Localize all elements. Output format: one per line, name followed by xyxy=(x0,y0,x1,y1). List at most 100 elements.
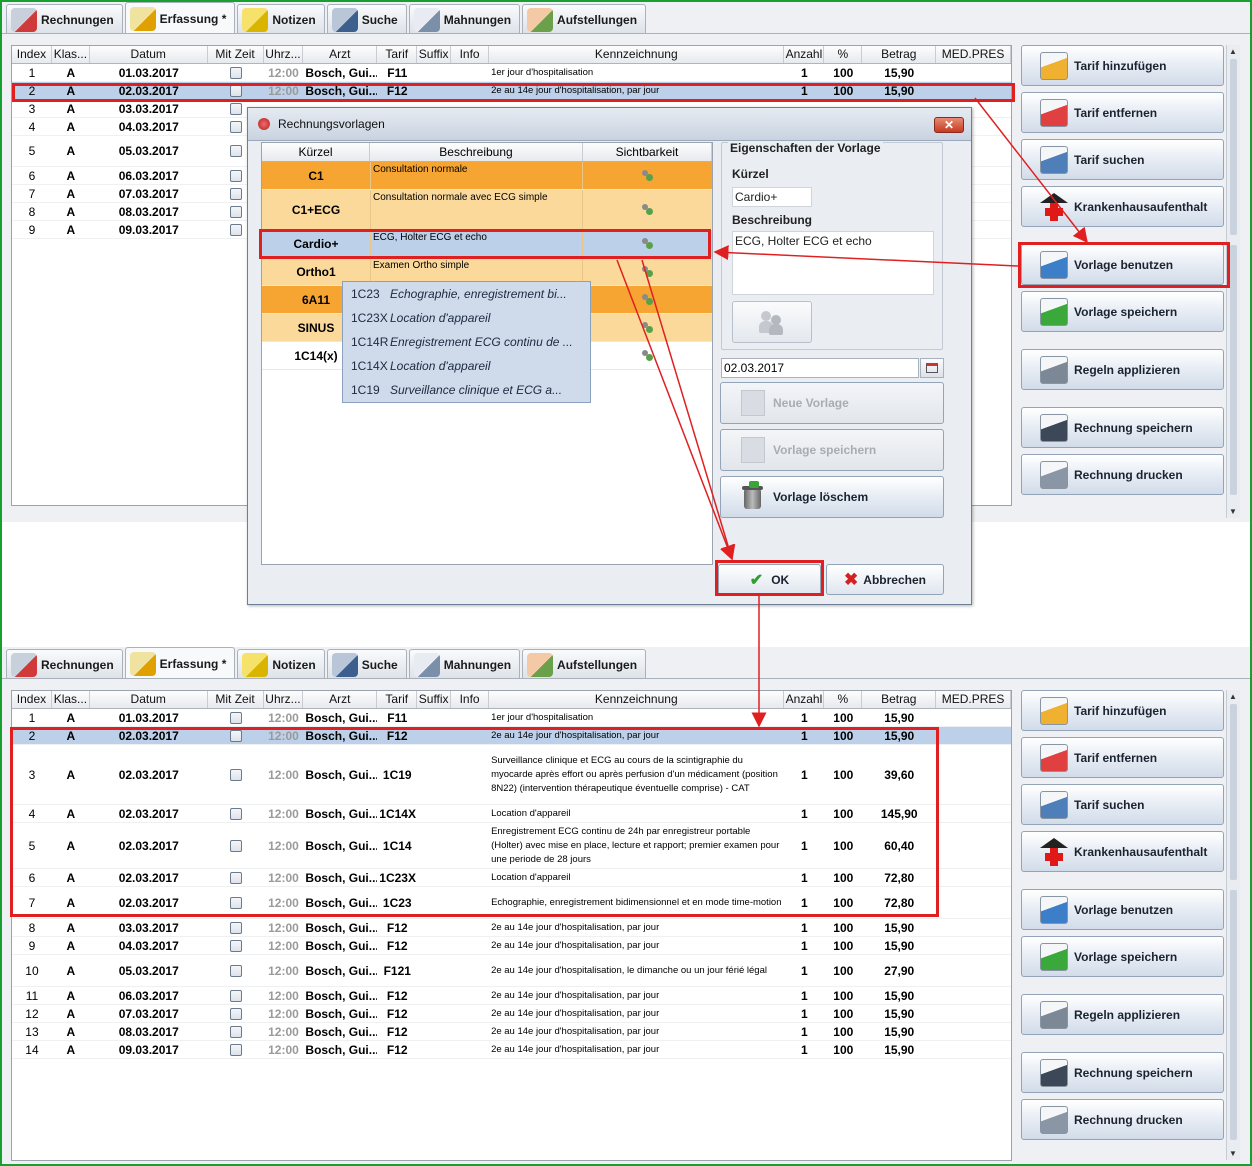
column-header[interactable]: Mit Zeit xyxy=(208,46,264,63)
sidebar-rechnung-drucken-button[interactable]: Rechnung drucken xyxy=(1021,1099,1224,1140)
template-row[interactable]: Cardio+ ECG, Holter ECG et echo xyxy=(262,230,712,258)
visibility-button[interactable] xyxy=(732,301,812,343)
column-header[interactable]: Klas... xyxy=(52,46,90,63)
table-row[interactable]: 8 A 03.03.2017 12:00 Bosch, Gui... F12 2e au 1… xyxy=(12,919,1011,937)
tab-rechnungen[interactable]: Rechnungen xyxy=(6,4,123,34)
templates-column-header[interactable]: Kürzel xyxy=(262,143,370,161)
popup-item[interactable]: 1C23X Location d'appareil xyxy=(343,306,590,330)
mit-zeit-checkbox[interactable] xyxy=(229,964,242,977)
column-header[interactable]: Klas... xyxy=(52,691,90,708)
mit-zeit-checkbox[interactable] xyxy=(229,729,242,742)
column-header[interactable]: MED.PRES xyxy=(936,46,1011,63)
cell-mz[interactable] xyxy=(208,896,264,909)
cell-mz[interactable] xyxy=(208,711,264,724)
cell-mz[interactable] xyxy=(208,84,264,97)
cell-mz[interactable] xyxy=(208,1025,264,1038)
cell-mz[interactable] xyxy=(208,921,264,934)
sidebar-regeln-applizieren-button[interactable]: Regeln applizieren xyxy=(1021,994,1224,1035)
mit-zeit-checkbox[interactable] xyxy=(229,807,242,820)
table-row[interactable]: 14 A 09.03.2017 12:00 Bosch, Gui... F12 2e au … xyxy=(12,1041,1011,1059)
table-row[interactable]: 6 A 02.03.2017 12:00 Bosch, Gui... 1C23X Locat… xyxy=(12,869,1011,887)
sidebar-rechnung-drucken-button[interactable]: Rechnung drucken xyxy=(1021,454,1224,495)
scroll-thumb[interactable] xyxy=(1230,59,1237,235)
scroll-thumb[interactable] xyxy=(1230,245,1237,495)
sidebar-vorlage-benutzen-button[interactable]: Vorlage benutzen xyxy=(1021,889,1224,930)
kuerzel-field[interactable]: Cardio+ xyxy=(732,187,812,207)
sidebar-vorlage-benutzen-button[interactable]: Vorlage benutzen xyxy=(1021,244,1224,285)
dialog-titlebar[interactable]: Rechnungsvorlagen ✕ xyxy=(248,108,971,141)
table-row[interactable]: 2 A 02.03.2017 12:00 Bosch, Gui... F12 2e au 1… xyxy=(12,82,1011,100)
mit-zeit-checkbox[interactable] xyxy=(229,84,242,97)
tab-mahnungen[interactable]: Mahnungen xyxy=(408,4,521,34)
sidebar-vorlage-speichern-button[interactable]: Vorlage speichern xyxy=(1021,936,1224,977)
calendar-button[interactable] xyxy=(920,358,944,378)
tab-notizen[interactable]: Notizen xyxy=(237,649,325,679)
cell-mz[interactable] xyxy=(208,729,264,742)
mit-zeit-checkbox[interactable] xyxy=(229,939,242,952)
mit-zeit-checkbox[interactable] xyxy=(229,871,242,884)
column-header[interactable]: Anzahl xyxy=(784,691,825,708)
delete-template-button[interactable]: Vorlage löschem xyxy=(720,476,944,518)
popup-item[interactable]: 1C14X Location d'appareil xyxy=(343,354,590,378)
popup-item[interactable]: 1C19 Surveillance clinique et ECG a... xyxy=(343,378,590,402)
ok-button[interactable]: ✔ OK xyxy=(718,564,821,595)
table-row[interactable]: 9 A 04.03.2017 12:00 Bosch, Gui... F12 2e au 1… xyxy=(12,937,1011,955)
template-visibility[interactable] xyxy=(583,162,712,189)
column-header[interactable]: Index xyxy=(12,691,52,708)
tab-mahnungen[interactable]: Mahnungen xyxy=(408,649,521,679)
template-row[interactable]: C1 Consultation normale xyxy=(262,162,712,190)
table-row[interactable]: 1 A 01.03.2017 12:00 Bosch, Gui... F11 1er jou… xyxy=(12,709,1011,727)
cell-mz[interactable] xyxy=(208,839,264,852)
template-visibility[interactable] xyxy=(583,190,712,229)
sidebar-krankenhausaufenthalt-button[interactable]: Krankenhausaufenthalt xyxy=(1021,186,1224,227)
tab-erfassung[interactable]: Erfassung * xyxy=(124,647,236,679)
sidebar-rechnung-speichern-button[interactable]: Rechnung speichern xyxy=(1021,1052,1224,1093)
cell-mz[interactable] xyxy=(208,768,264,781)
close-icon[interactable]: ✕ xyxy=(934,117,964,133)
table-row[interactable]: 5 A 02.03.2017 12:00 Bosch, Gui... 1C14 Enregi… xyxy=(12,823,1011,869)
table-row[interactable]: 2 A 02.03.2017 12:00 Bosch, Gui... F12 2e au 1… xyxy=(12,727,1011,745)
cell-mz[interactable] xyxy=(208,1007,264,1020)
tab-aufstellungen[interactable]: Aufstellungen xyxy=(522,649,647,679)
template-visibility[interactable] xyxy=(583,314,712,341)
mit-zeit-checkbox[interactable] xyxy=(229,120,242,133)
tab-notizen[interactable]: Notizen xyxy=(237,4,325,34)
mit-zeit-checkbox[interactable] xyxy=(229,1007,242,1020)
column-header[interactable]: Suffix xyxy=(417,46,452,63)
mit-zeit-checkbox[interactable] xyxy=(229,921,242,934)
mit-zeit-checkbox[interactable] xyxy=(229,768,242,781)
table-row[interactable]: 1 A 01.03.2017 12:00 Bosch, Gui... F11 1er jou… xyxy=(12,64,1011,82)
mit-zeit-checkbox[interactable] xyxy=(229,169,242,182)
column-header[interactable]: Tarif xyxy=(377,691,418,708)
sidebar-tarif-suchen-button[interactable]: Tarif suchen xyxy=(1021,139,1224,180)
mit-zeit-checkbox[interactable] xyxy=(229,205,242,218)
sidebar-scrollbar[interactable]: ▲ ▼ xyxy=(1226,45,1240,518)
column-header[interactable]: Anzahl xyxy=(784,46,825,63)
column-header[interactable]: Index xyxy=(12,46,52,63)
mit-zeit-checkbox[interactable] xyxy=(229,839,242,852)
sidebar-scrollbar[interactable]: ▲ ▼ xyxy=(1226,690,1240,1160)
template-visibility[interactable] xyxy=(583,342,712,369)
mit-zeit-checkbox[interactable] xyxy=(229,1043,242,1056)
sidebar-tarif-hinzufügen-button[interactable]: Tarif hinzufügen xyxy=(1021,45,1224,86)
templates-column-header[interactable]: Beschreibung xyxy=(370,143,583,161)
save-template-button[interactable]: Vorlage speichern xyxy=(720,429,944,471)
beschreibung-field[interactable]: ECG, Holter ECG et echo xyxy=(732,231,934,295)
column-header[interactable]: Arzt xyxy=(303,46,378,63)
mit-zeit-checkbox[interactable] xyxy=(229,187,242,200)
sidebar-rechnung-speichern-button[interactable]: Rechnung speichern xyxy=(1021,407,1224,448)
table-row[interactable]: 11 A 06.03.2017 12:00 Bosch, Gui... F12 2e au … xyxy=(12,987,1011,1005)
tab-aufstellungen[interactable]: Aufstellungen xyxy=(522,4,647,34)
column-header[interactable]: Uhrz... xyxy=(264,46,304,63)
date-field[interactable]: 02.03.2017 xyxy=(721,358,919,378)
column-header[interactable]: Info xyxy=(451,691,490,708)
mit-zeit-checkbox[interactable] xyxy=(229,711,242,724)
sidebar-tarif-suchen-button[interactable]: Tarif suchen xyxy=(1021,784,1224,825)
column-header[interactable]: Uhrz... xyxy=(264,691,304,708)
sidebar-tarif-entfernen-button[interactable]: Tarif entfernen xyxy=(1021,737,1224,778)
column-header[interactable]: Datum xyxy=(90,46,208,63)
table-row[interactable]: 4 A 02.03.2017 12:00 Bosch, Gui... 1C14X Locat… xyxy=(12,805,1011,823)
new-template-button[interactable]: Neue Vorlage xyxy=(720,382,944,424)
tab-suche[interactable]: Suche xyxy=(326,649,407,679)
cell-mz[interactable] xyxy=(208,871,264,884)
